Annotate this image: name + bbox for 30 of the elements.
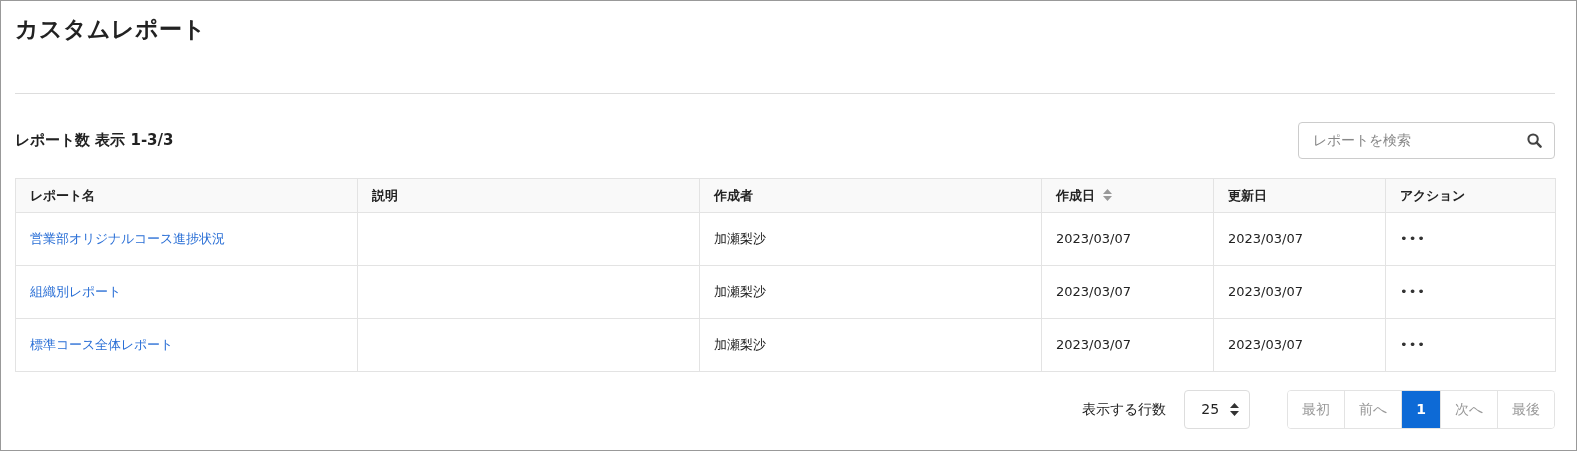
page-button[interactable]: 1 [1402,390,1441,428]
search-icon[interactable] [1527,132,1542,148]
page-title: カスタムレポート [15,15,207,44]
author-text: 加瀬梨沙 [714,337,766,353]
rows-per-page-label: 表示する行数 [1082,399,1167,419]
sort-icon [1230,402,1240,416]
report-count: レポート数 表示 1-3/3 [15,130,174,152]
created-date: 2023/03/07 [1056,284,1131,300]
author-text: 加瀬梨沙 [714,231,766,247]
column-header: 説明 [357,178,700,213]
column-header: 更新日 [1213,178,1386,213]
rows-per-page-select[interactable]: 25 [1184,389,1251,429]
column-header[interactable]: 作成日 [1041,178,1214,213]
column-header: 作成者 [699,178,1042,213]
updated-date: 2023/03/07 [1228,231,1303,247]
report-link[interactable]: 標準コース全体レポート [30,337,173,353]
column-header: アクション [1385,178,1556,213]
created-date: 2023/03/07 [1056,337,1131,353]
more-actions-button[interactable]: ••• [1400,337,1426,353]
report-link[interactable]: 組織別レポート [30,284,121,300]
author-text: 加瀬梨沙 [714,284,766,300]
report-link[interactable]: 営業部オリジナルコース進捗状況 [30,231,225,247]
sort-icon[interactable] [1103,188,1112,201]
column-header: レポート名 [15,178,358,213]
search-field[interactable]: レポートを検索 [1298,121,1555,159]
updated-date: 2023/03/07 [1228,284,1303,300]
more-actions-button[interactable]: ••• [1400,231,1426,247]
updated-date: 2023/03/07 [1228,337,1303,353]
created-date: 2023/03/07 [1056,231,1131,247]
more-actions-button[interactable]: ••• [1400,284,1426,300]
